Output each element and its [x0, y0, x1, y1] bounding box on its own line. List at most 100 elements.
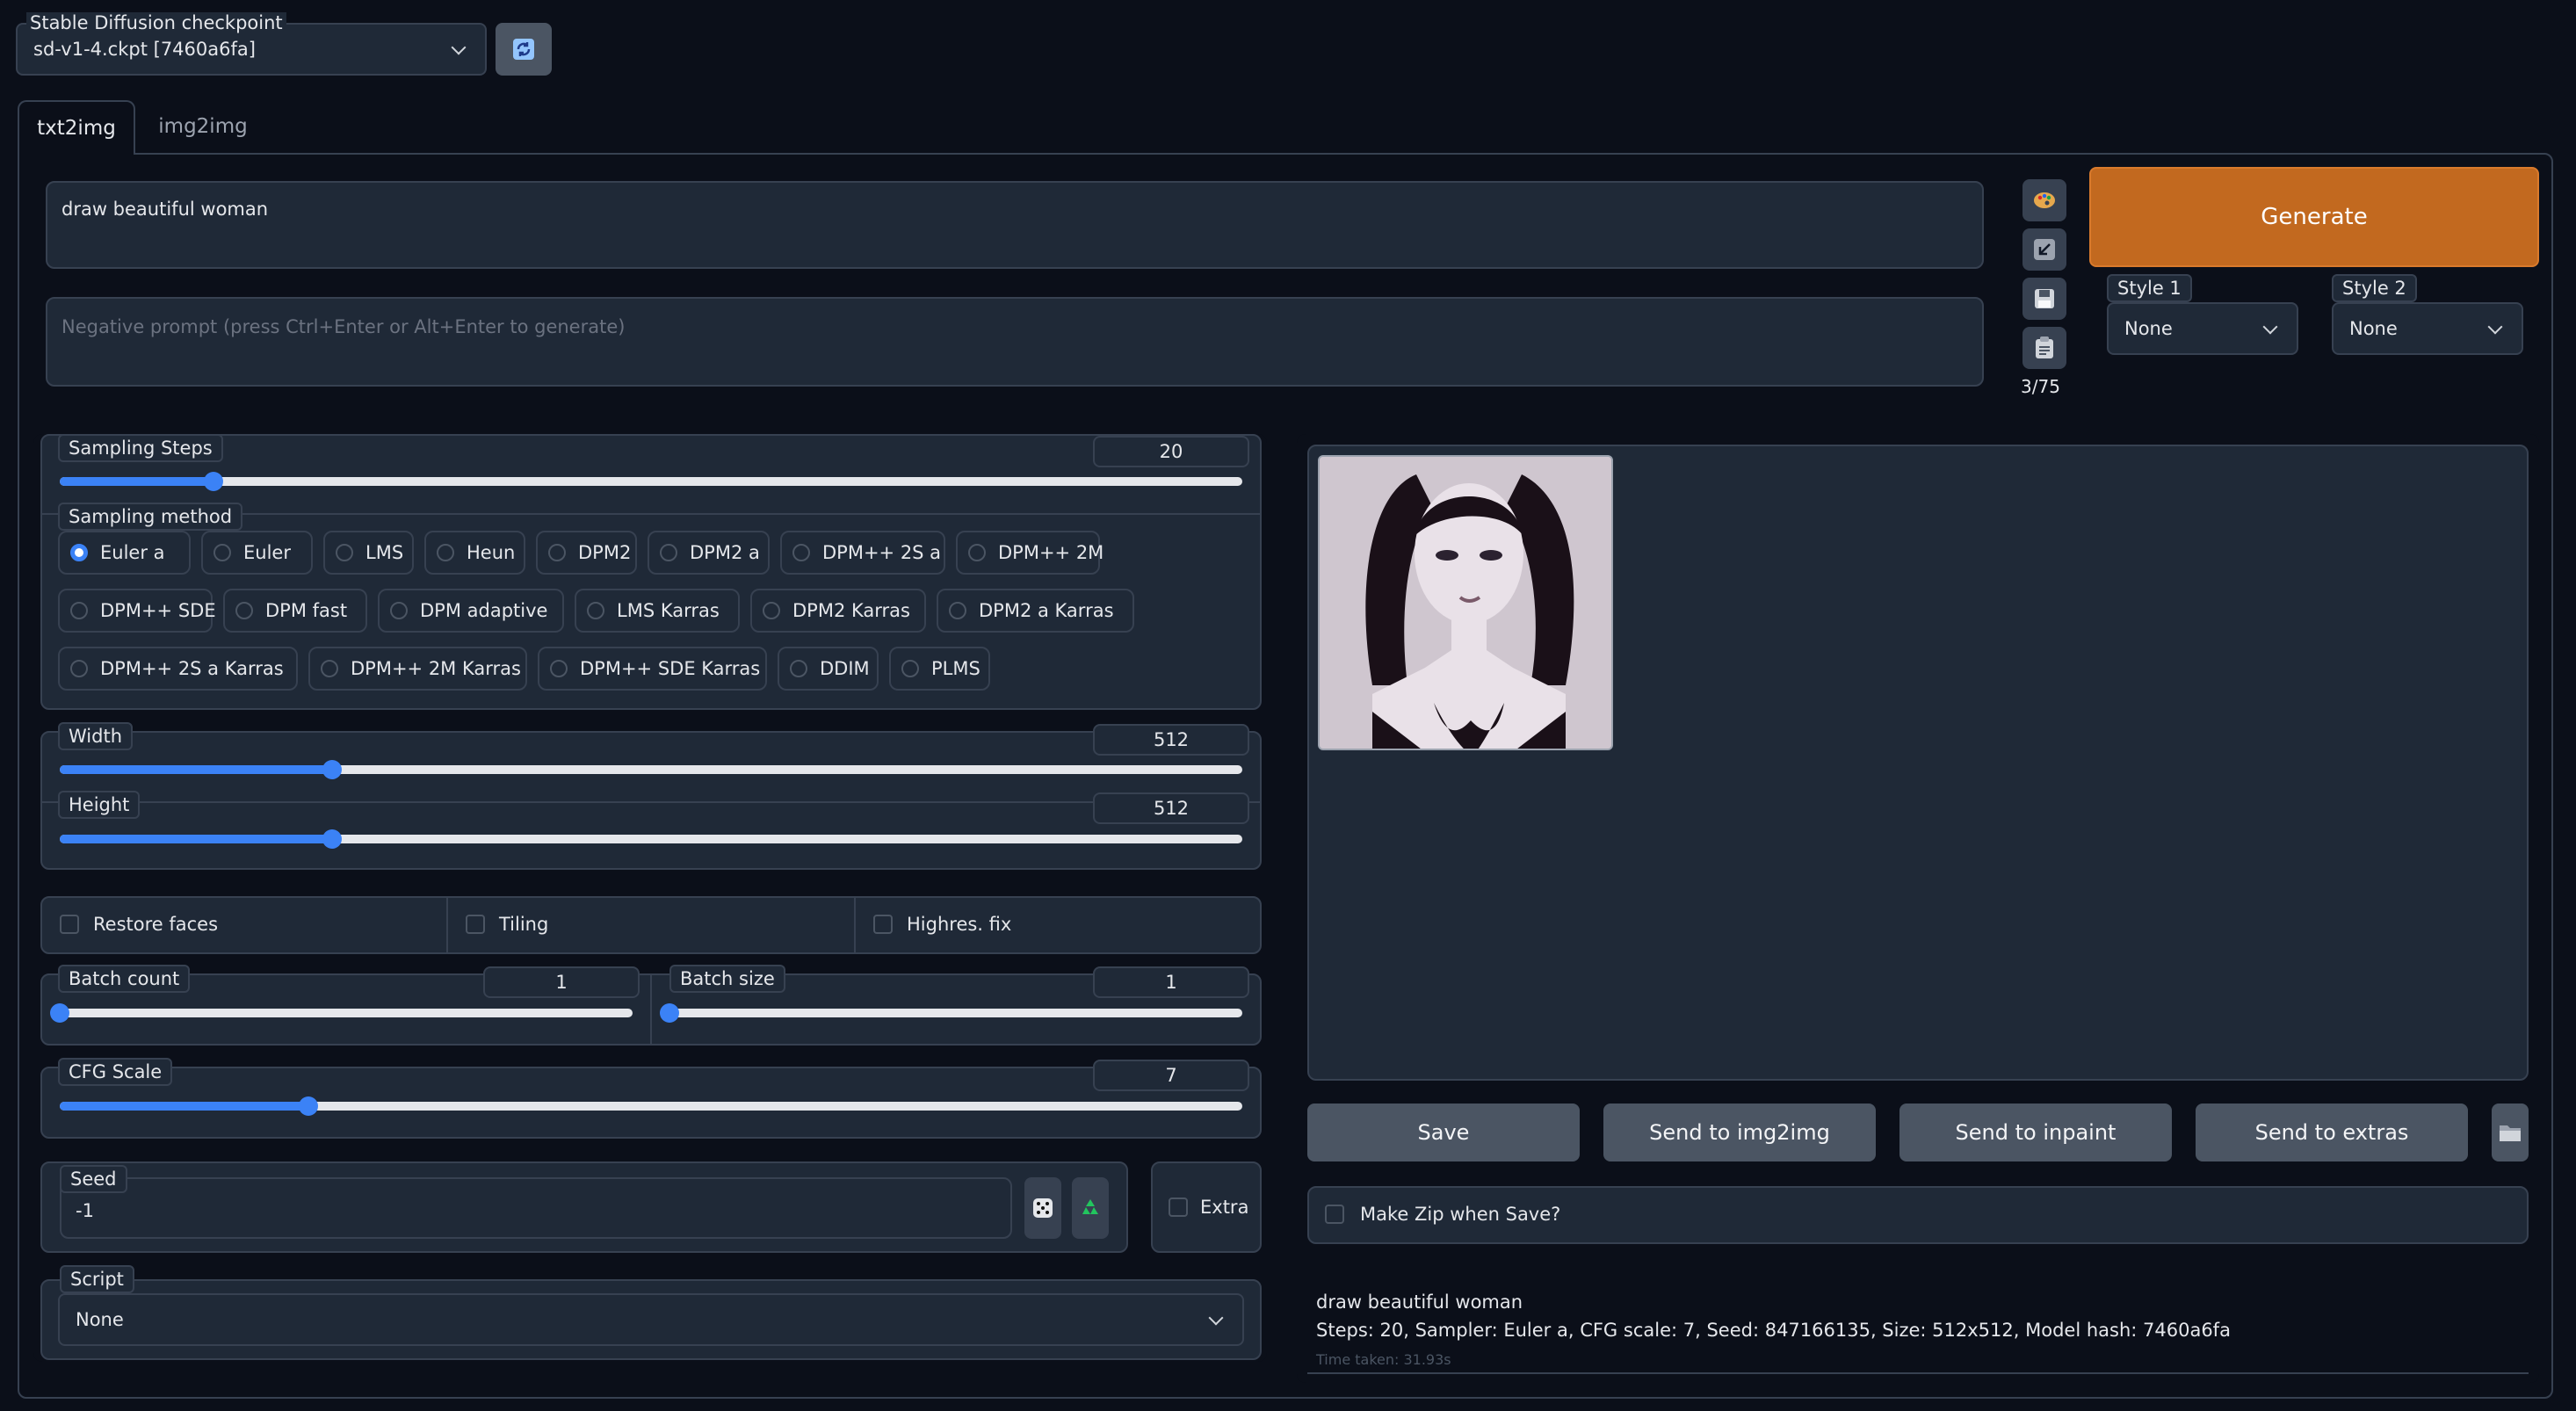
sampler-option-label: DPM adaptive [420, 600, 548, 621]
tiling-checkbox[interactable]: Tiling [466, 914, 548, 935]
height-slider[interactable] [60, 829, 1242, 849]
send-to-img2img-button[interactable]: Send to img2img [1603, 1103, 1876, 1161]
random-seed-button[interactable] [1024, 1177, 1061, 1239]
width-slider[interactable] [60, 760, 1242, 779]
restore-faces-box[interactable] [60, 915, 79, 934]
sampler-option-heun[interactable]: Heun [424, 531, 525, 575]
style2-value: None [2349, 318, 2398, 339]
width-input[interactable]: 512 [1093, 724, 1249, 756]
clipboard-icon [2036, 336, 2053, 358]
sampler-option-dpm2-a-karras[interactable]: DPM2 a Karras [937, 589, 1134, 633]
tab-img2img[interactable]: img2img [146, 100, 260, 153]
restore-faces-checkbox[interactable]: Restore faces [60, 914, 218, 935]
batch-count-input[interactable]: 1 [483, 966, 640, 998]
sampler-option-euler[interactable]: Euler [201, 531, 313, 575]
seed-input[interactable]: -1 [60, 1177, 1012, 1239]
generated-portrait-image [1320, 457, 1611, 749]
apply-style-button[interactable] [2022, 327, 2066, 369]
sampler-option-label: Euler [243, 542, 291, 563]
batch-size-input[interactable]: 1 [1093, 966, 1249, 998]
generate-button[interactable]: Generate [2089, 167, 2539, 267]
cfg-scale-input[interactable]: 7 [1093, 1060, 1249, 1091]
sampler-option-dpm-2s-a-karras[interactable]: DPM++ 2S a Karras [58, 647, 298, 691]
radio-dot [213, 544, 231, 561]
reuse-seed-button[interactable] [1072, 1177, 1109, 1239]
slider-handle[interactable] [660, 1003, 679, 1023]
batch-size-slider[interactable] [660, 1003, 1242, 1023]
radio-dot [949, 602, 966, 619]
sampler-option-dpm-adaptive[interactable]: DPM adaptive [378, 589, 564, 633]
sampler-option-dpm2[interactable]: DPM2 [536, 531, 637, 575]
sampler-option-euler-a[interactable]: Euler a [58, 531, 191, 575]
interrogate-button[interactable] [2022, 179, 2066, 221]
make-zip-label: Make Zip when Save? [1360, 1204, 1561, 1225]
extra-seed-checkbox[interactable]: Extra [1169, 1197, 1248, 1218]
radio-dot [548, 544, 566, 561]
radio-dot [587, 602, 604, 619]
open-folder-button[interactable] [2492, 1103, 2529, 1161]
make-zip-checkbox[interactable]: Make Zip when Save? [1325, 1204, 1560, 1225]
sampler-option-dpm-2m-karras[interactable]: DPM++ 2M Karras [308, 647, 527, 691]
save-disk-icon [2035, 289, 2054, 308]
sampler-option-dpm-sde-karras[interactable]: DPM++ SDE Karras [538, 647, 767, 691]
make-zip-box[interactable] [1325, 1205, 1344, 1224]
radio-dot [70, 602, 88, 619]
slider-handle[interactable] [50, 1003, 69, 1023]
radio-dot [70, 660, 88, 677]
send-to-inpaint-label: Send to inpaint [1955, 1120, 2117, 1145]
arrow-down-left-icon [2034, 239, 2055, 260]
cfg-scale-slider[interactable] [60, 1096, 1242, 1116]
sampler-option-label: DPM++ SDE [100, 600, 216, 621]
sampler-option-dpm-2s-a[interactable]: DPM++ 2S a [780, 531, 945, 575]
highres-fix-box[interactable] [873, 915, 893, 934]
prompt-input[interactable]: draw beautiful woman [46, 181, 1984, 269]
tab-txt2img[interactable]: txt2img [18, 100, 135, 155]
script-label: Script [60, 1265, 134, 1293]
checkpoint-select[interactable]: Stable Diffusion checkpoint sd-v1-4.ckpt… [16, 12, 487, 76]
style1-select[interactable]: None [2107, 302, 2298, 355]
send-to-img2img-label: Send to img2img [1649, 1120, 1830, 1145]
height-input[interactable]: 512 [1093, 792, 1249, 824]
sampler-option-label: DPM2 a Karras [979, 600, 1114, 621]
dice-icon [1033, 1198, 1053, 1218]
highres-fix-checkbox[interactable]: Highres. fix [873, 914, 1011, 935]
sampler-option-lms-karras[interactable]: LMS Karras [575, 589, 740, 633]
slider-fill [60, 835, 332, 843]
sampler-option-label: DPM++ 2S a Karras [100, 658, 284, 679]
script-select[interactable]: None [58, 1293, 1244, 1346]
sampler-option-dpm-fast[interactable]: DPM fast [223, 589, 367, 633]
read-params-button[interactable] [2022, 228, 2066, 271]
sampling-steps-input[interactable]: 20 [1093, 436, 1249, 467]
sampling-steps-slider[interactable] [60, 472, 1242, 491]
sampler-option-dpm-sde[interactable]: DPM++ SDE [58, 589, 216, 633]
sampler-option-label: DPM++ SDE Karras [580, 658, 761, 679]
refresh-button[interactable] [496, 23, 552, 76]
sampler-option-ddim[interactable]: DDIM [778, 647, 879, 691]
checkpoint-label: Stable Diffusion checkpoint [26, 12, 286, 33]
sampler-option-dpm2-a[interactable]: DPM2 a [648, 531, 770, 575]
seed-value: -1 [76, 1200, 94, 1221]
time-taken: Time taken: 31.93s [1316, 1351, 1451, 1368]
tiling-box[interactable] [466, 915, 485, 934]
radio-dot [235, 602, 253, 619]
output-image[interactable] [1318, 455, 1613, 750]
sampler-option-dpm-2m[interactable]: DPM++ 2M [956, 531, 1103, 575]
slider-handle[interactable] [322, 760, 342, 779]
save-button[interactable]: Save [1307, 1103, 1580, 1161]
batch-count-slider[interactable] [50, 1003, 633, 1023]
style2-select[interactable]: None [2332, 302, 2523, 355]
generate-label: Generate [2261, 204, 2368, 230]
slider-handle[interactable] [204, 472, 223, 491]
extra-seed-box[interactable] [1169, 1198, 1188, 1217]
sampler-option-dpm2-karras[interactable]: DPM2 Karras [750, 589, 926, 633]
slider-handle[interactable] [322, 829, 342, 849]
send-to-inpaint-button[interactable]: Send to inpaint [1899, 1103, 2172, 1161]
send-to-extras-button[interactable]: Send to extras [2196, 1103, 2468, 1161]
sampler-option-label: DPM++ 2S a [822, 542, 942, 563]
sampler-option-lms[interactable]: LMS [323, 531, 414, 575]
save-style-button[interactable] [2022, 278, 2066, 320]
slider-handle[interactable] [299, 1096, 318, 1116]
slider-fill [60, 765, 332, 774]
sampler-option-plms[interactable]: PLMS [889, 647, 990, 691]
negative-prompt-input[interactable]: Negative prompt (press Ctrl+Enter or Alt… [46, 297, 1984, 387]
